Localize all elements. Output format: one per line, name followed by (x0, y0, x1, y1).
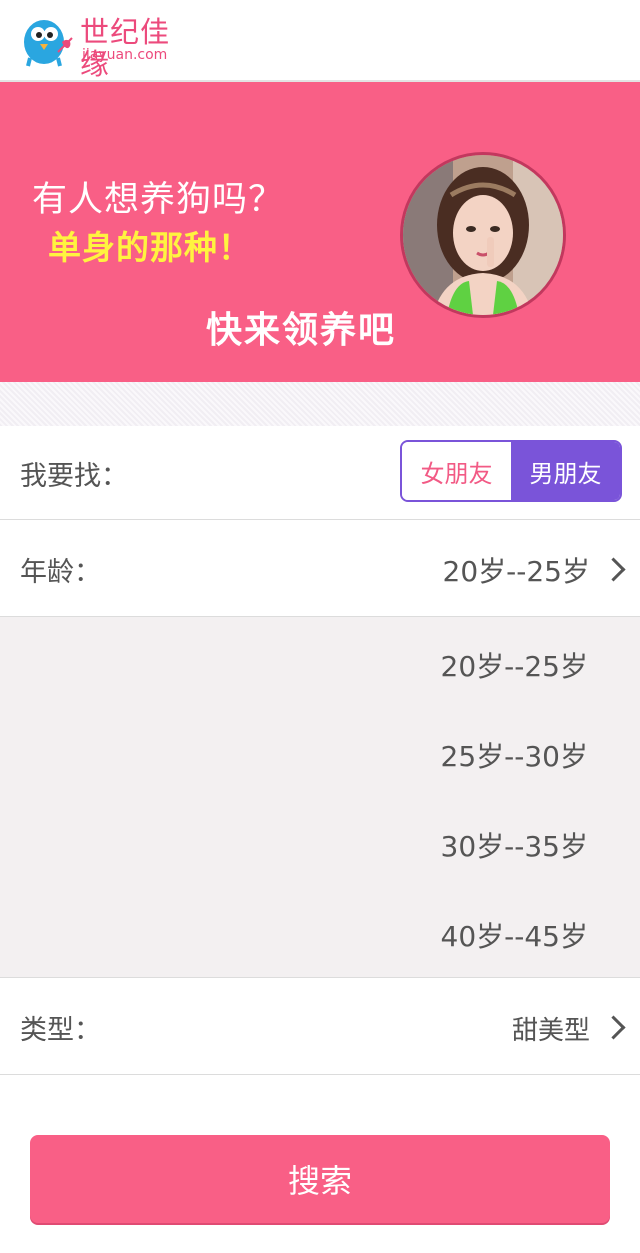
age-option[interactable]: 20岁--25岁 (441, 645, 588, 685)
type-value[interactable]: 甜美型 (512, 1010, 590, 1047)
type-label: 类型： (20, 1015, 101, 1046)
age-option[interactable]: 30岁--35岁 (441, 825, 588, 865)
banner-cta-text: 快来领养吧 (206, 310, 397, 351)
chevron-right-icon[interactable] (601, 557, 626, 582)
banner-avatar (400, 152, 566, 318)
banner-subheadline: 单身的那种！ (48, 228, 252, 267)
gender-toggle[interactable]: 女朋友 男朋友 (400, 440, 622, 502)
bird-mascot-icon (24, 20, 73, 67)
age-row[interactable]: 年龄： 20岁--25岁 (0, 520, 640, 617)
age-value[interactable]: 20岁--25岁 (443, 550, 590, 590)
logo-subtitle: jiayuan.com (82, 47, 168, 63)
banner-headline: 有人想养狗吗？ (32, 180, 285, 220)
age-option[interactable]: 40岁--45岁 (441, 915, 588, 955)
header: 世纪佳缘 jiayuan.com (0, 0, 640, 82)
promo-banner[interactable]: 有人想养狗吗？ 单身的那种！ 快来领养吧 (0, 82, 640, 382)
woman-portrait-image (403, 155, 563, 315)
type-row[interactable]: 类型： 甜美型 (0, 978, 640, 1075)
girlfriend-option[interactable]: 女朋友 (402, 442, 511, 500)
age-dropdown: 20岁--25岁 25岁--30岁 30岁--35岁 40岁--45岁 (0, 617, 640, 978)
age-option[interactable]: 25岁--30岁 (441, 735, 588, 775)
seek-label: 我要找： (20, 461, 128, 492)
boyfriend-option[interactable]: 男朋友 (511, 442, 620, 500)
chevron-right-icon[interactable] (601, 1015, 626, 1040)
age-label: 年龄： (20, 557, 101, 588)
site-logo[interactable]: 世纪佳缘 jiayuan.com (18, 12, 198, 80)
texture-divider (0, 382, 640, 426)
search-button[interactable]: 搜索 (30, 1135, 610, 1223)
seek-row: 我要找： 女朋友 男朋友 (0, 426, 640, 520)
